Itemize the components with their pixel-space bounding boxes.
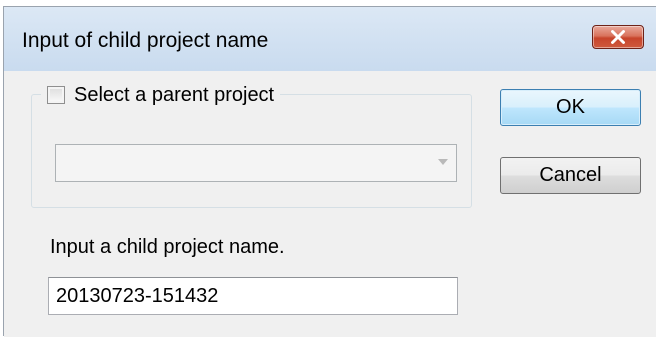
child-project-name-input[interactable]: 20130723-151432 bbox=[48, 277, 458, 315]
select-parent-label[interactable]: Select a parent project bbox=[74, 84, 274, 107]
cancel-button[interactable]: Cancel bbox=[500, 157, 641, 194]
dialog-window: Input of child project name Select a par… bbox=[3, 6, 656, 337]
ok-button[interactable]: OK bbox=[500, 89, 641, 126]
parent-project-toggle[interactable]: Select a parent project bbox=[41, 83, 281, 107]
dialog-body: Select a parent project OK Cancel Input … bbox=[4, 71, 656, 337]
parent-project-combobox[interactable] bbox=[55, 144, 457, 182]
window-title: Input of child project name bbox=[22, 29, 269, 52]
chevron-down-icon[interactable] bbox=[438, 159, 448, 165]
select-parent-checkbox[interactable] bbox=[47, 86, 65, 104]
title-bar[interactable]: Input of child project name bbox=[4, 7, 656, 71]
child-project-name-label: Input a child project name. bbox=[50, 236, 285, 258]
close-button[interactable] bbox=[592, 25, 644, 49]
close-x-icon bbox=[611, 30, 625, 44]
